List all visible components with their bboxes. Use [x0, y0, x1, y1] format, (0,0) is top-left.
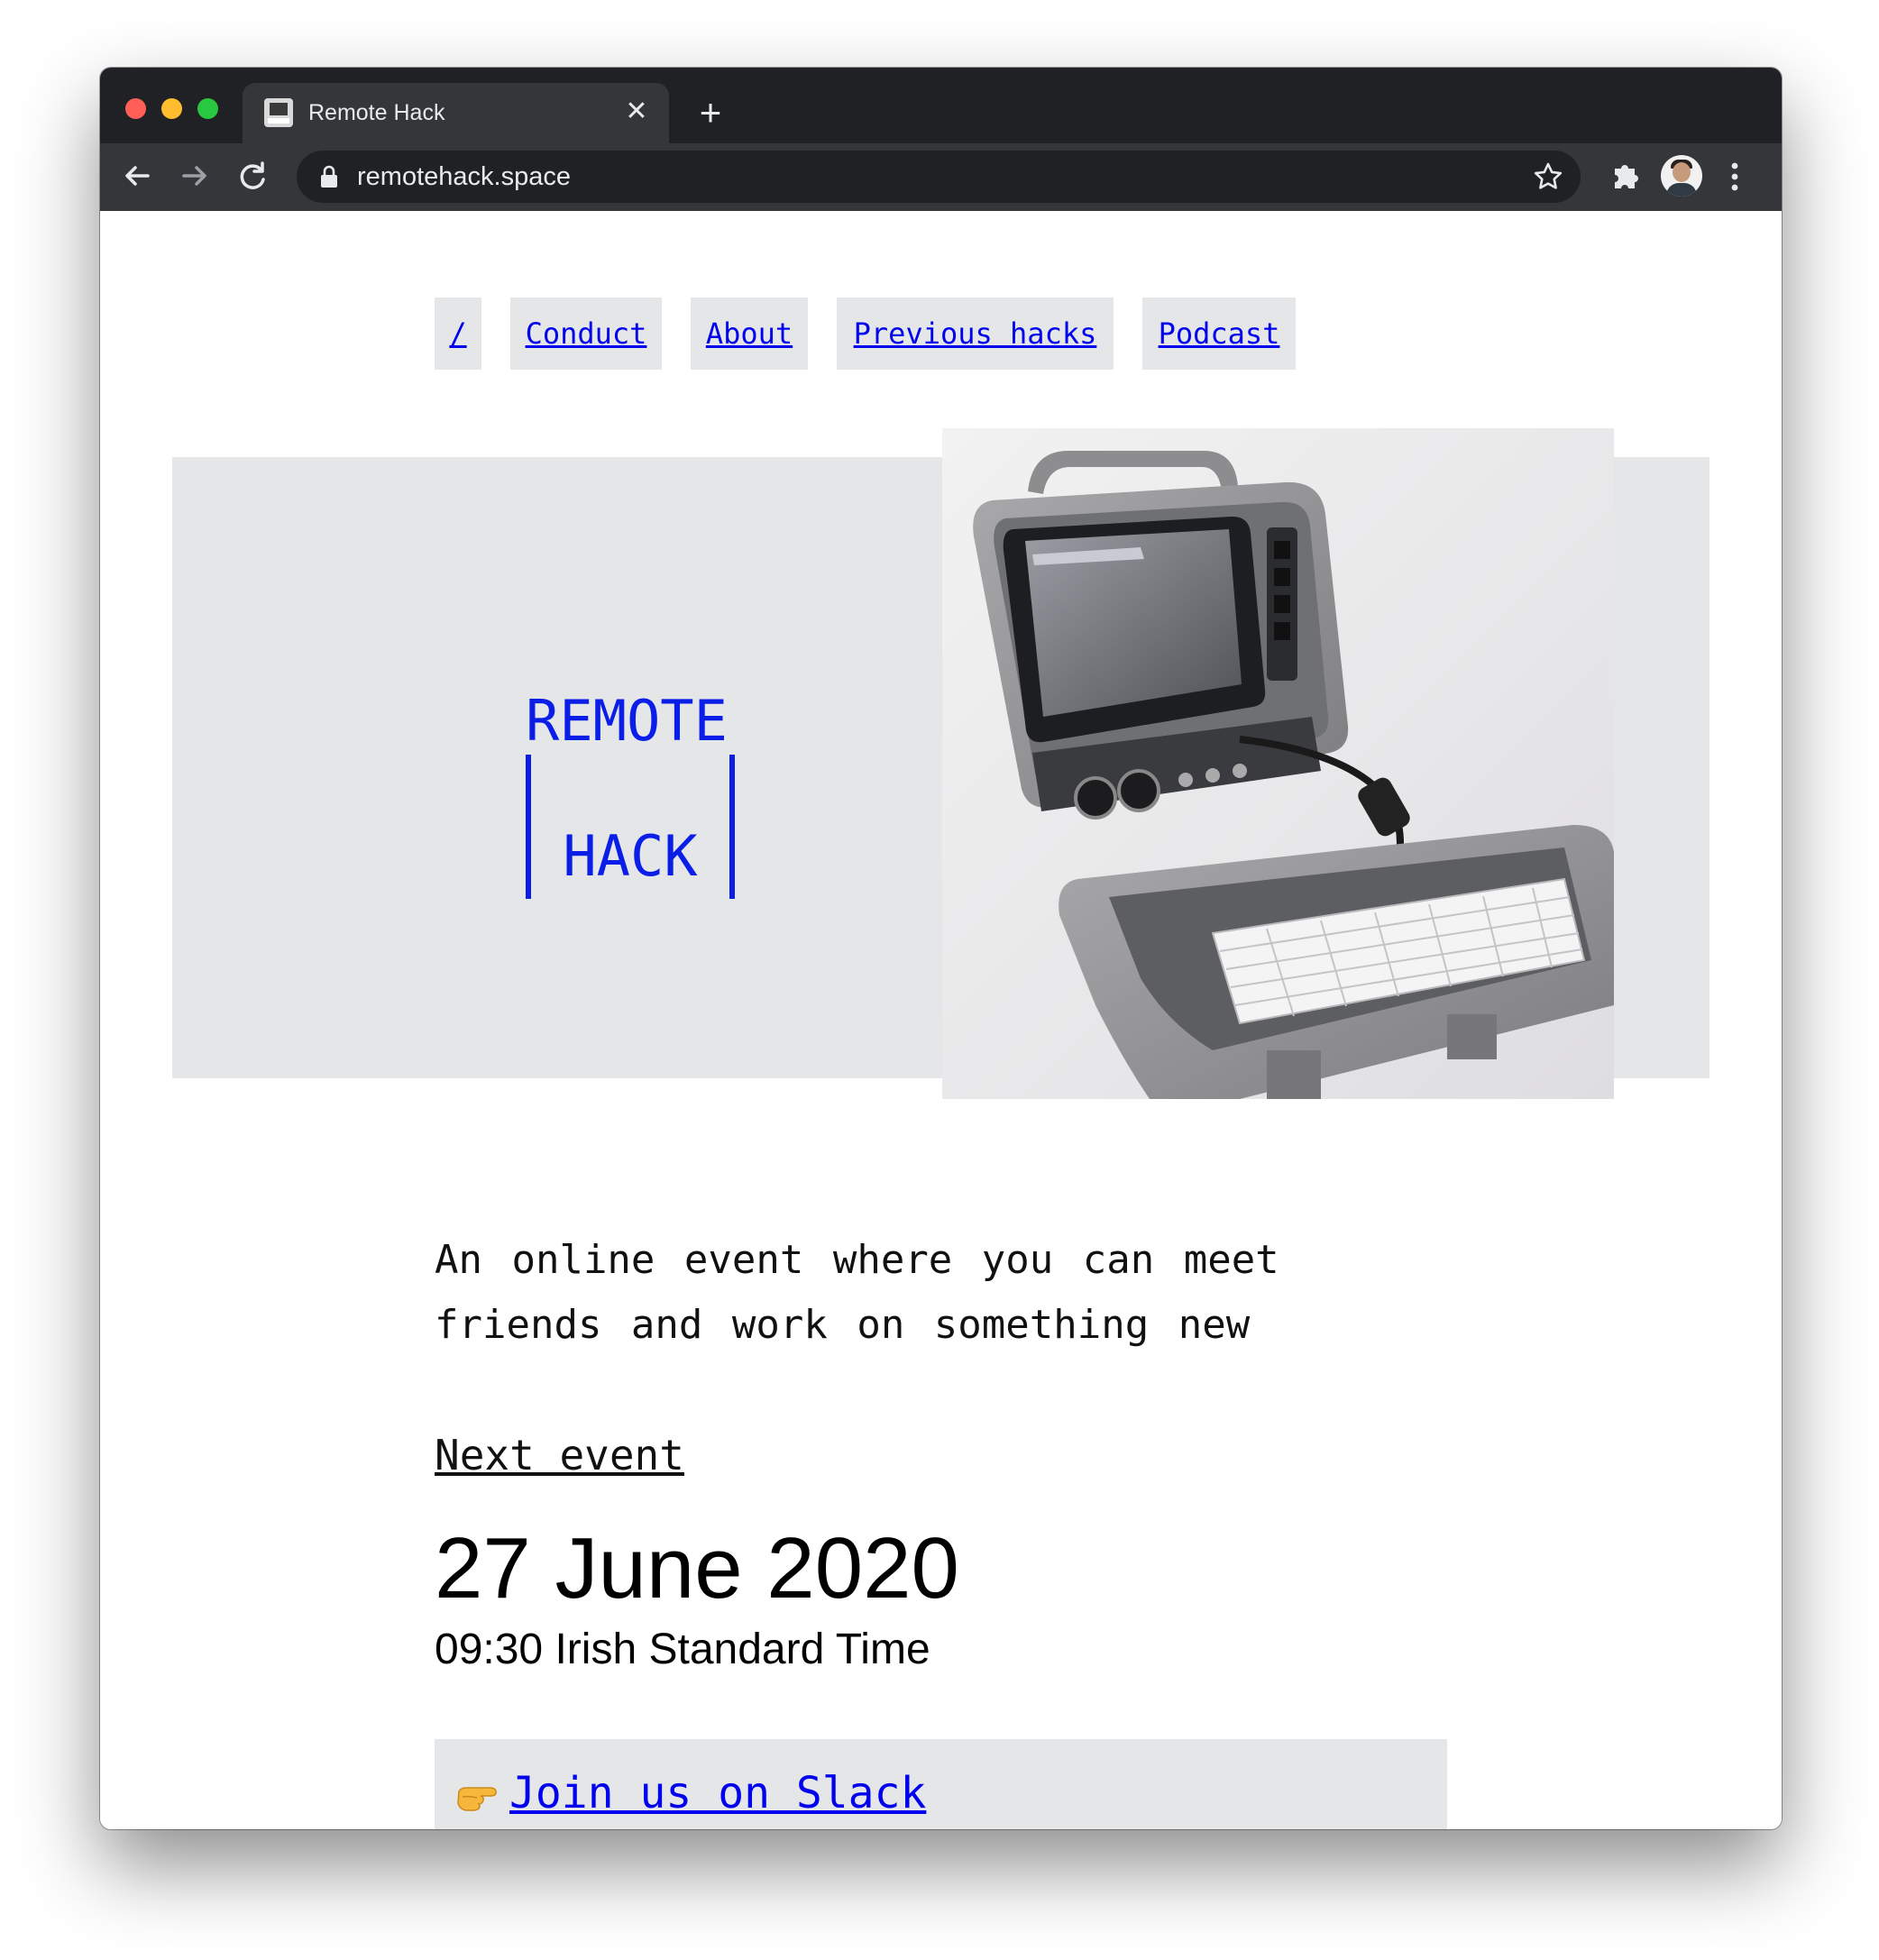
browser-window: Remote Hack ✕ + remotehack.space / Condu…: [100, 68, 1782, 1829]
tagline: An online event where you can meet frien…: [435, 1237, 1279, 1348]
nav-conduct-link[interactable]: Conduct: [510, 298, 662, 370]
nav-about-link[interactable]: About: [691, 298, 808, 370]
portable-computer-image: [942, 428, 1614, 1099]
reload-icon[interactable]: [231, 154, 274, 197]
browser-chrome: Remote Hack ✕ + remotehack.space: [100, 68, 1782, 211]
logo-remote: REMOTE: [526, 688, 728, 754]
profile-avatar[interactable]: [1661, 155, 1702, 197]
address-bar[interactable]: remotehack.space: [297, 151, 1581, 203]
lock-icon[interactable]: [320, 165, 338, 188]
favicon-icon: [264, 98, 293, 127]
web-page: / Conduct About Previous hacks Podcast R…: [100, 211, 1782, 1829]
browser-tab[interactable]: Remote Hack ✕: [243, 83, 669, 143]
event-date: 27 June 2020: [435, 1520, 959, 1617]
logo-hack: HACK: [526, 755, 735, 899]
pointing-hand-icon: [455, 1770, 499, 1811]
minimize-window-button[interactable]: [161, 98, 182, 119]
slack-callout: Join us on Slack: [435, 1739, 1447, 1829]
browser-toolbar: remotehack.space: [100, 143, 1782, 211]
tab-title: Remote Hack: [308, 100, 445, 125]
bookmark-star-icon[interactable]: [1532, 160, 1564, 193]
back-arrow-icon[interactable]: [115, 154, 159, 197]
nav-home-link[interactable]: /: [435, 298, 481, 370]
nav-previous-hacks-link[interactable]: Previous hacks: [837, 298, 1114, 370]
next-event-link[interactable]: Next event: [435, 1430, 684, 1480]
close-window-button[interactable]: [125, 98, 146, 119]
nav-podcast-link[interactable]: Podcast: [1142, 298, 1296, 370]
forward-arrow-icon[interactable]: [173, 154, 216, 197]
join-slack-label[interactable]: Join us on Slack: [509, 1768, 926, 1818]
zoom-window-button[interactable]: [197, 98, 218, 119]
url-text[interactable]: remotehack.space: [357, 162, 571, 191]
event-time: 09:30 Irish Standard Time: [435, 1626, 930, 1673]
new-tab-icon[interactable]: +: [692, 94, 729, 132]
more-menu-icon[interactable]: [1717, 155, 1753, 198]
join-slack-link[interactable]: Join us on Slack: [455, 1766, 926, 1820]
extensions-puzzle-icon[interactable]: [1608, 158, 1644, 194]
close-tab-icon[interactable]: ✕: [620, 96, 653, 128]
